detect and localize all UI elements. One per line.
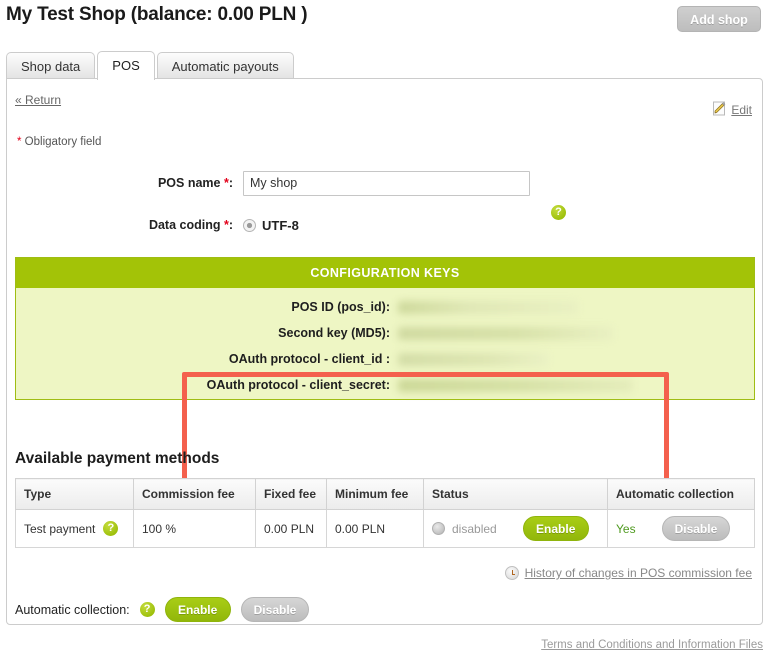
column-header-fixed-fee: Fixed fee xyxy=(255,478,327,510)
pos-name-label-text: POS name xyxy=(157,176,224,190)
tab-shop-data[interactable]: Shop data xyxy=(6,52,96,80)
column-header-commission-fee: Commission fee xyxy=(133,478,256,510)
cell-automatic-collection: Yes Disable xyxy=(607,509,755,548)
automatic-collection-value: Yes xyxy=(616,521,636,536)
form-row-data-coding: Data coding *: UTF-8 xyxy=(7,209,762,241)
obligatory-text: Obligatory field xyxy=(21,136,102,148)
radio-utf8-label: UTF-8 xyxy=(262,217,299,233)
page-title: My Test Shop (balance: 0.00 PLN ) xyxy=(6,4,308,25)
config-row-pos-id: POS ID (pos_id): xyxy=(16,294,754,320)
data-coding-label: Data coding *: xyxy=(7,218,243,232)
edit-label: Edit xyxy=(731,103,752,117)
pos-name-input[interactable] xyxy=(243,170,530,196)
column-header-automatic-collection: Automatic collection xyxy=(607,478,755,510)
table-header-row: Type Commission fee Fixed fee Minimum fe… xyxy=(15,478,755,510)
data-coding-radio-group[interactable]: UTF-8 xyxy=(243,218,299,233)
data-coding-label-text: Data coding xyxy=(148,218,224,232)
available-payment-methods-title: Available payment methods xyxy=(15,450,220,467)
cell-type: Test payment ? xyxy=(15,509,134,548)
return-link[interactable]: « Return xyxy=(15,93,61,107)
tab-bar: Shop data POS Automatic payouts xyxy=(6,50,296,81)
cell-commission-fee: 100 % xyxy=(133,509,256,548)
history-of-changes-label: History of changes in POS commission fee xyxy=(524,566,752,580)
cell-status: disabled Enable xyxy=(423,509,608,548)
pencil-icon xyxy=(712,101,727,119)
config-label-client-id: OAuth protocol - client_id : xyxy=(228,352,390,366)
pos-name-label: POS name *: xyxy=(7,176,243,190)
configuration-keys-heading: CONFIGURATION KEYS xyxy=(16,258,754,288)
pos-panel: « Return Edit * Obligatory field POS nam… xyxy=(6,78,763,625)
cell-type-label: Test payment xyxy=(24,521,96,536)
config-label-client-secret: OAuth protocol - client_secret: xyxy=(206,378,390,392)
config-label-second-key: Second key (MD5): xyxy=(278,326,390,340)
automatic-collection-controls: Automatic collection: ? Enable Disable xyxy=(15,597,310,622)
automatic-collection-disable-button[interactable]: Disable xyxy=(240,597,310,622)
disable-automatic-collection-button[interactable]: Disable xyxy=(661,516,731,541)
enable-payment-button[interactable]: Enable xyxy=(522,516,589,541)
cell-fixed-fee: 0.00 PLN xyxy=(255,509,327,548)
configuration-keys-box: CONFIGURATION KEYS POS ID (pos_id): Seco… xyxy=(15,257,755,400)
obligatory-note: * Obligatory field xyxy=(17,136,101,148)
automatic-collection-label: Automatic collection: xyxy=(15,602,130,617)
payment-methods-table: Type Commission fee Fixed fee Minimum fe… xyxy=(15,478,755,548)
config-row-client-id: OAuth protocol - client_id : xyxy=(16,346,754,372)
pos-form: POS name *: Data coding *: UTF-8 xyxy=(7,167,762,251)
automatic-collection-enable-button[interactable]: Enable xyxy=(164,597,231,622)
history-of-changes-link[interactable]: History of changes in POS commission fee xyxy=(504,566,752,580)
cell-minimum-fee: 0.00 PLN xyxy=(326,509,424,548)
column-header-type: Type xyxy=(15,478,134,510)
config-value-second-key xyxy=(398,326,613,340)
config-row-second-key: Second key (MD5): xyxy=(16,320,754,346)
status-label: disabled xyxy=(452,521,497,536)
config-value-pos-id xyxy=(398,300,578,314)
form-row-pos-name: POS name *: xyxy=(7,167,762,199)
radio-utf8-icon[interactable] xyxy=(243,218,256,232)
terms-and-conditions-link[interactable]: Terms and Conditions and Information Fil… xyxy=(541,639,763,651)
column-header-status: Status xyxy=(423,478,608,510)
page-root: My Test Shop (balance: 0.00 PLN ) Add sh… xyxy=(0,0,769,651)
pos-name-colon: : xyxy=(228,176,233,190)
configuration-keys-body: POS ID (pos_id): Second key (MD5): OAuth… xyxy=(16,288,754,399)
tab-pos[interactable]: POS xyxy=(97,51,155,81)
table-row: Test payment ? 100 % 0.00 PLN 0.00 PLN d… xyxy=(15,509,755,548)
tab-automatic-payouts[interactable]: Automatic payouts xyxy=(156,52,294,80)
config-value-client-id xyxy=(398,352,548,366)
add-shop-button[interactable]: Add shop xyxy=(677,6,761,32)
automatic-collection-help-icon[interactable]: ? xyxy=(139,602,155,617)
column-header-minimum-fee: Minimum fee xyxy=(326,478,424,510)
data-coding-colon: : xyxy=(228,218,233,232)
edit-link[interactable]: Edit xyxy=(712,101,752,119)
test-payment-help-icon[interactable]: ? xyxy=(103,521,119,536)
clock-icon xyxy=(504,566,519,580)
status-indicator-icon xyxy=(432,522,445,535)
config-value-client-secret xyxy=(398,378,633,392)
config-label-pos-id: POS ID (pos_id): xyxy=(291,300,390,314)
config-row-client-secret: OAuth protocol - client_secret: xyxy=(16,372,754,398)
data-coding-help-icon[interactable]: ? xyxy=(551,205,566,220)
